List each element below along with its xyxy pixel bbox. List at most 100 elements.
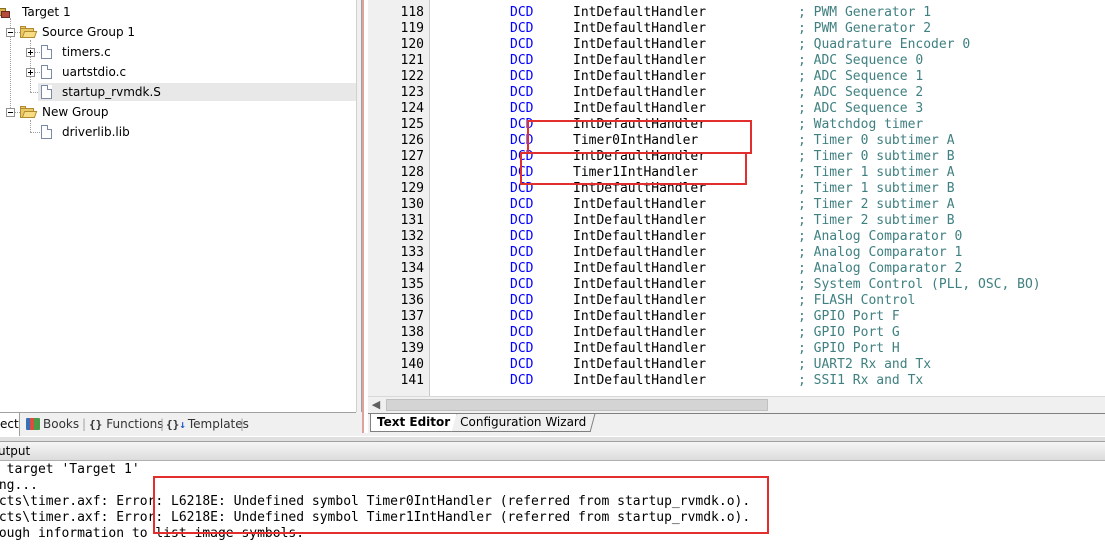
code-line: 137 DCD IntDefaultHandler ; GPIO Port F xyxy=(368,309,1105,325)
code-operand: IntDefaultHandler xyxy=(573,341,707,356)
scroll-left-icon[interactable]: ◀ xyxy=(370,399,382,411)
tree-target[interactable]: Target 1 xyxy=(0,3,120,21)
code-directive: DCD xyxy=(510,197,534,212)
code-directive: DCD xyxy=(510,357,534,372)
code-editor[interactable]: 118 DCD IntDefaultHandler ; PWM Generator 1… xyxy=(362,0,1105,433)
tab-functions[interactable]: {} Functions xyxy=(89,413,164,437)
tree-file-uartstdio-c[interactable]: uartstdio.c xyxy=(0,63,160,81)
expand-icon[interactable] xyxy=(26,68,35,77)
line-number: 120 xyxy=(400,37,424,52)
scrollbar-thumb[interactable] xyxy=(386,399,768,411)
code-operand: IntDefaultHandler xyxy=(573,325,707,340)
code-operand: IntDefaultHandler xyxy=(573,197,707,212)
tab-text-editor[interactable]: Text Editor xyxy=(370,414,458,432)
tree-file-label: startup_rvmdk.S xyxy=(62,85,161,99)
code-line: 122 DCD IntDefaultHandler ; ADC Sequence 1 xyxy=(368,69,1105,85)
folder-open-icon xyxy=(20,26,38,38)
code-comment: ; GPIO Port G xyxy=(798,325,900,340)
code-line: 121 DCD IntDefaultHandler ; ADC Sequence 0 xyxy=(368,53,1105,69)
collapse-icon[interactable] xyxy=(6,108,15,117)
tree-file-timers-c[interactable]: timers.c xyxy=(0,43,160,61)
code-line: 135 DCD IntDefaultHandler ; System Control … xyxy=(368,277,1105,293)
output-line-error: ects\timer.axf: Error: L6218E: Undefined… xyxy=(0,510,751,525)
code-editor-text-area[interactable]: 118 DCD IntDefaultHandler ; PWM Generator 1… xyxy=(368,0,1105,396)
code-directive: DCD xyxy=(510,325,534,340)
line-number: 121 xyxy=(400,53,424,68)
project-tree[interactable]: Target 1 Source Group 1 timers.c uartstd… xyxy=(0,0,356,412)
code-comment: ; Timer 2 subtimer A xyxy=(798,197,955,212)
code-line: 119 DCD IntDefaultHandler ; PWM Generator 2 xyxy=(368,21,1105,37)
code-line: 133 DCD IntDefaultHandler ; Analog Comparat… xyxy=(368,245,1105,261)
code-directive: DCD xyxy=(510,53,534,68)
code-comment: ; System Control (PLL, OSC, BO) xyxy=(798,277,1041,292)
code-directive: DCD xyxy=(510,261,534,276)
code-directive: DCD xyxy=(510,213,534,228)
code-line: 124 DCD IntDefaultHandler ; ADC Sequence 3 xyxy=(368,101,1105,117)
code-comment: ; FLASH Control xyxy=(798,293,916,308)
code-comment: ; PWM Generator 1 xyxy=(798,5,932,20)
tree-group-label: Source Group 1 xyxy=(42,25,136,39)
tab-books[interactable]: Books xyxy=(26,413,82,437)
tab-project-label: ect xyxy=(0,417,19,431)
horizontal-scrollbar[interactable]: ◀ xyxy=(368,396,1105,413)
code-directive: DCD xyxy=(510,229,534,244)
code-operand: IntDefaultHandler xyxy=(573,229,707,244)
code-directive: DCD xyxy=(510,37,534,52)
code-line: 140 DCD IntDefaultHandler ; UART2 Rx and Tx xyxy=(368,357,1105,373)
code-comment: ; GPIO Port H xyxy=(798,341,900,356)
expand-icon[interactable] xyxy=(26,48,35,57)
tab-templates[interactable]: {}↓ Templates xyxy=(166,413,249,437)
tree-file-label: timers.c xyxy=(62,45,111,59)
tab-configuration-wizard-label: Configuration Wizard xyxy=(460,415,587,429)
tree-file-label: uartstdio.c xyxy=(62,65,127,79)
editor-tabs: Text Editor Configuration Wizard xyxy=(368,413,1105,433)
templates-icon: {}↓ xyxy=(166,418,186,431)
code-directive: DCD xyxy=(510,117,534,132)
tree-file-startup-rvmdk-s[interactable]: startup_rvmdk.S xyxy=(0,83,200,101)
code-comment: ; ADC Sequence 3 xyxy=(798,101,924,116)
tab-configuration-wizard[interactable]: Configuration Wizard xyxy=(451,414,596,432)
code-directive: DCD xyxy=(510,373,534,388)
code-comment: ; Timer 1 subtimer A xyxy=(798,165,955,180)
code-comment: ; Timer 0 subtimer B xyxy=(798,149,955,164)
line-number: 122 xyxy=(400,69,424,84)
tab-separator: | xyxy=(240,417,245,431)
code-directive: DCD xyxy=(510,21,534,36)
collapse-icon[interactable] xyxy=(6,28,15,37)
code-comment: ; SSI1 Rx and Tx xyxy=(798,373,924,388)
output-title-label: utput xyxy=(0,444,31,458)
code-comment: ; ADC Sequence 1 xyxy=(798,69,924,84)
line-number: 138 xyxy=(400,325,424,340)
code-line: 132 DCD IntDefaultHandler ; Analog Comparat… xyxy=(368,229,1105,245)
line-number: 119 xyxy=(400,21,424,36)
code-comment: ; Timer 0 subtimer A xyxy=(798,133,955,148)
code-directive: DCD xyxy=(510,293,534,308)
code-line: 141 DCD IntDefaultHandler ; SSI1 Rx and Tx xyxy=(368,373,1105,389)
code-operand: IntDefaultHandler xyxy=(573,101,707,116)
folder-open-icon xyxy=(20,106,38,118)
code-operand: IntDefaultHandler xyxy=(573,309,707,324)
line-number: 129 xyxy=(400,181,424,196)
code-operand: IntDefaultHandler xyxy=(573,149,707,164)
tree-group-new-group[interactable]: New Group xyxy=(0,103,160,121)
code-operand: IntDefaultHandler xyxy=(573,213,707,228)
code-comment: ; Watchdog timer xyxy=(798,117,924,132)
file-icon xyxy=(41,125,52,139)
tree-group-source-group-1[interactable]: Source Group 1 xyxy=(0,23,160,41)
build-output[interactable]: target 'Target 1' ing... ects\timer.axf:… xyxy=(0,461,1105,546)
line-number: 128 xyxy=(400,165,424,180)
line-number: 131 xyxy=(400,213,424,228)
code-comment: ; Analog Comparator 0 xyxy=(798,229,963,244)
line-number: 132 xyxy=(400,229,424,244)
code-operand: IntDefaultHandler xyxy=(573,277,707,292)
tree-file-label: driverlib.lib xyxy=(62,125,130,139)
code-operand: IntDefaultHandler xyxy=(573,53,707,68)
tab-project[interactable]: ect xyxy=(0,413,20,437)
code-operand: Timer0IntHandler xyxy=(573,133,699,148)
code-directive: DCD xyxy=(510,101,534,116)
line-number: 133 xyxy=(400,245,424,260)
code-line: 127 DCD IntDefaultHandler ; Timer 0 subtime… xyxy=(368,149,1105,165)
code-directive: DCD xyxy=(510,69,534,84)
tree-file-driverlib-lib[interactable]: driverlib.lib xyxy=(0,123,160,141)
line-number: 137 xyxy=(400,309,424,324)
